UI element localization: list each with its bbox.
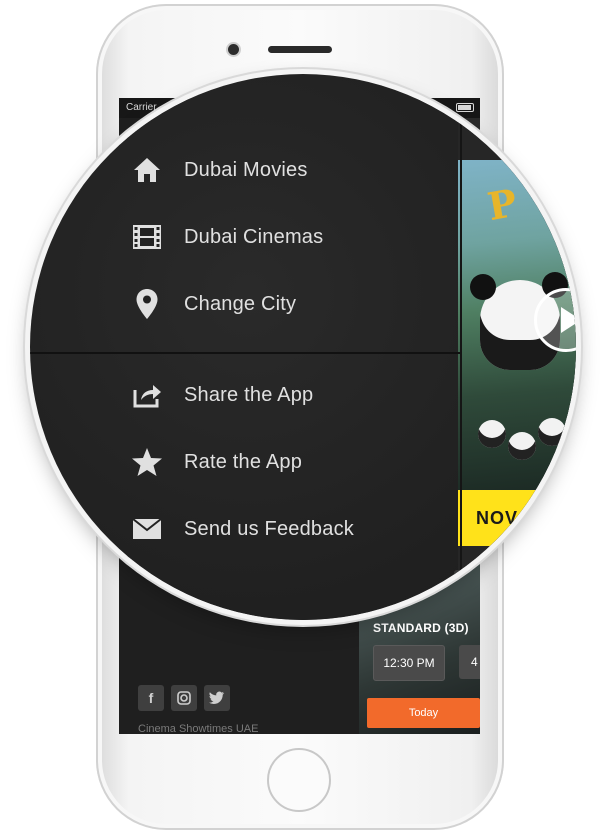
showtime-chip[interactable]: 12:30 PM <box>373 645 445 681</box>
menu-item-rate-app[interactable]: Rate the App <box>130 442 302 482</box>
movie-poster-zoomed[interactable]: P <box>458 160 576 490</box>
menu-item-label: Send us Feedback <box>184 517 354 540</box>
menu-item-label: Dubai Movies <box>184 158 308 181</box>
release-banner: NOV <box>458 490 576 546</box>
menu-item-share-app[interactable]: Share the App <box>130 375 313 415</box>
pandas-illustration <box>478 400 576 470</box>
menu-item-label: Dubai Cinemas <box>184 225 324 248</box>
star-icon <box>130 445 164 479</box>
showtime-chip[interactable]: 8 <box>454 570 514 600</box>
twitter-icon[interactable] <box>204 685 230 711</box>
format-label: STANDARD (3D) <box>373 621 469 635</box>
showtime-chip[interactable]: 4 <box>459 645 480 679</box>
location-pin-icon <box>130 287 164 321</box>
menu-divider <box>30 352 460 354</box>
earpiece-speaker <box>268 46 332 53</box>
menu-item-dubai-cinemas[interactable]: Dubai Cinemas <box>130 217 323 257</box>
today-button[interactable]: Today <box>367 698 480 728</box>
footer-caption: Cinema Showtimes UAE <box>138 723 259 734</box>
menu-item-send-feedback[interactable]: Send us Feedback <box>130 509 354 549</box>
menu-item-label: Rate the App <box>184 450 303 473</box>
front-camera <box>228 44 239 55</box>
side-drawer-zoomed: Dubai Movies Dubai Cinemas Change City S… <box>30 74 460 620</box>
film-icon <box>130 220 164 254</box>
instagram-icon[interactable] <box>171 685 197 711</box>
poster-title: P <box>484 179 521 230</box>
menu-item-change-city[interactable]: Change City <box>130 284 296 324</box>
menu-item-label: Change City <box>184 292 297 315</box>
home-icon <box>130 153 164 187</box>
menu-item-label: Share the App <box>184 383 314 406</box>
home-button[interactable] <box>267 748 331 812</box>
envelope-icon <box>130 512 164 546</box>
facebook-icon[interactable]: f <box>138 685 164 711</box>
magnifier-lens: P NOV 8 Dubai Movies Dubai Cinemas Chang… <box>30 74 576 620</box>
menu-item-dubai-movies[interactable]: Dubai Movies <box>130 150 308 190</box>
drawer-edge <box>460 74 462 620</box>
share-icon <box>130 378 164 412</box>
